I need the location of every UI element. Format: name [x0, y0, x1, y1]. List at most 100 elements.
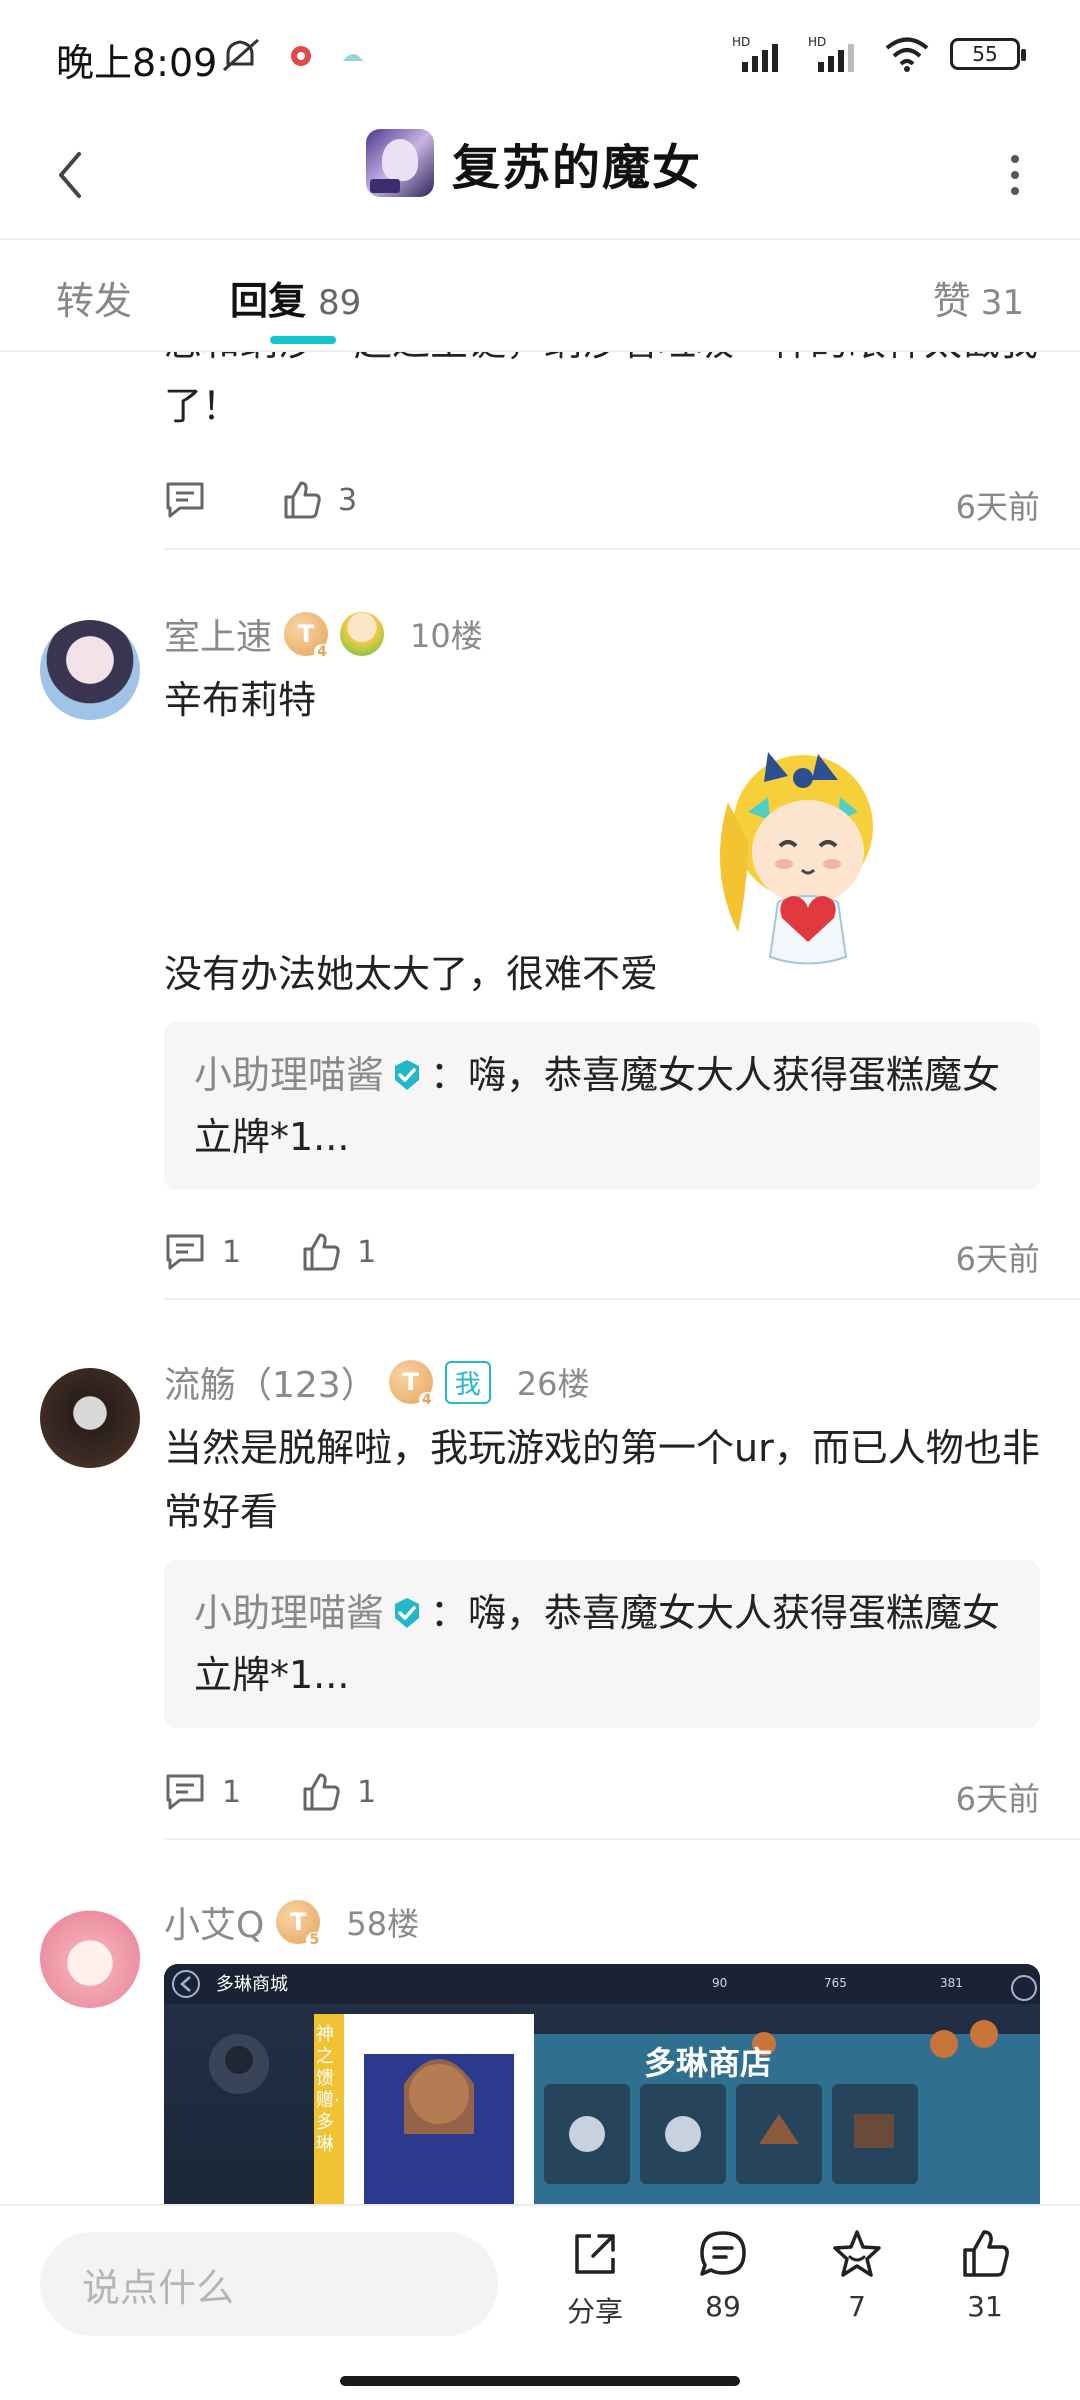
- active-tab-indicator: [270, 336, 336, 344]
- like-button[interactable]: 1: [301, 1772, 376, 1812]
- avatar[interactable]: [40, 620, 140, 720]
- comment-user-line: 小艾Q T5 58楼: [164, 1896, 419, 1948]
- more-options-button[interactable]: [1000, 145, 1030, 205]
- avatar[interactable]: [40, 1368, 140, 1468]
- fan-badge-icon: [340, 612, 385, 656]
- like-post-button[interactable]: 31: [930, 2228, 1040, 2323]
- comment-bubble-icon: [700, 2231, 746, 2276]
- tab-reply-label: 回复: [230, 279, 307, 323]
- comment-image[interactable]: 多琳商城 90 765 381 神之馈赠·多琳 多琳商店: [164, 1964, 1040, 2204]
- shop-title: 多琳商城: [216, 1974, 288, 1995]
- share-button[interactable]: 分享: [540, 2228, 650, 2330]
- level-sub: 4: [314, 644, 331, 660]
- tab-reply[interactable]: 回复 89: [230, 270, 361, 325]
- status-right: HD HD 55: [732, 34, 1026, 74]
- status-bar: 晚上8:09 HD HD 55: [0, 0, 1080, 110]
- username[interactable]: 室上速: [164, 608, 272, 660]
- like-button[interactable]: 1: [301, 1232, 376, 1272]
- game-title-group[interactable]: 复苏的魔女: [366, 128, 702, 198]
- floor-number: 58楼: [346, 1905, 420, 1943]
- game-avatar: [366, 129, 434, 197]
- comment-time: 6天前: [955, 1240, 1040, 1278]
- like-post-count: 31: [967, 2290, 1003, 2323]
- like-button[interactable]: 3: [282, 480, 357, 520]
- comment-text: 当然是脱解啦，我玩游戏的第一个ur，而已人物也非常好看: [164, 1426, 1040, 1534]
- hd-signal-icon: HD: [732, 35, 778, 72]
- more-dot: [1011, 171, 1019, 179]
- status-notification-icons: [220, 36, 368, 76]
- comment-count: 89: [705, 2290, 741, 2323]
- currency-2: 765: [824, 1976, 847, 1990]
- reply-count: 1: [222, 1774, 242, 1810]
- like-count: 1: [357, 1234, 377, 1270]
- like-count: 3: [338, 482, 358, 518]
- banner-left-title: 神之馈赠·多琳: [316, 2024, 340, 2155]
- comment-user-line: 流觞（123） T4 我 26楼: [164, 1356, 589, 1408]
- level-badge: T4: [284, 612, 331, 660]
- floor-number: 26楼: [516, 1365, 590, 1403]
- home-indicator[interactable]: [340, 2376, 740, 2386]
- app-notification-icon-2: [343, 54, 363, 61]
- page-title: 复苏的魔女: [452, 140, 703, 196]
- level-badge: T5: [276, 1900, 323, 1948]
- username[interactable]: 流觞（123）: [164, 1356, 377, 1408]
- comment-input-placeholder: 说点什么: [82, 2265, 235, 2310]
- game-shop-screenshot: [164, 1964, 1040, 2204]
- app-notification-icon: [291, 46, 311, 66]
- favorite-button[interactable]: 7: [802, 2228, 912, 2323]
- tab-forward[interactable]: 转发: [56, 270, 132, 325]
- reply-preview[interactable]: 小助理喵酱 ：嗨，恭喜魔女大人获得蛋糕魔女立牌*1...: [164, 1022, 1040, 1190]
- reply-button[interactable]: [164, 480, 222, 520]
- level-sub: 4: [418, 1392, 435, 1408]
- floor-number: 10楼: [410, 617, 483, 655]
- currency-3: 381: [940, 1976, 963, 1990]
- reply-author[interactable]: 小助理喵酱: [194, 1053, 384, 1097]
- level-sub: 5: [306, 1932, 323, 1948]
- username[interactable]: 小艾Q: [164, 1896, 264, 1948]
- comment-input[interactable]: 说点什么: [40, 2232, 498, 2336]
- tab-reply-count: 89: [318, 283, 362, 323]
- comment-divider: [164, 1838, 1080, 1840]
- thumbs-up-icon: [284, 481, 321, 519]
- hd-signal-icon-2: HD: [808, 35, 854, 72]
- comment-text: 没有办法她太大了，很难不爱: [164, 952, 659, 996]
- back-button[interactable]: [40, 140, 100, 210]
- reply-button[interactable]: 1: [164, 1772, 241, 1812]
- reply-count: 1: [222, 1234, 242, 1270]
- comment-feed[interactable]: 您和纳沙一起过圣诞，纳沙看垃圾一样的眼神太戳我了！ 3 6天前 室上速 T4 1…: [0, 352, 1080, 2204]
- banner-right-title: 多琳商店: [644, 2044, 773, 2082]
- comment-time: 6天前: [955, 1780, 1040, 1818]
- comment-text: 您和纳沙一起过圣诞，纳沙看垃圾一样的眼神太戳我了！: [164, 352, 1038, 428]
- me-tag: 我: [444, 1360, 491, 1404]
- comment-time: 6天前: [955, 488, 1040, 526]
- avatar[interactable]: [40, 1908, 140, 2008]
- like-count: 1: [357, 1774, 377, 1810]
- bottom-action-bar: 说点什么 分享 89 7 31: [0, 2204, 1080, 2400]
- verified-icon: [395, 1598, 420, 1628]
- reply-preview[interactable]: 小助理喵酱 ：嗨，恭喜魔女大人获得蛋糕魔女立牌*1...: [164, 1560, 1040, 1728]
- comment-actions: 3 6天前: [164, 470, 1040, 530]
- thumbs-up-icon: [303, 1233, 340, 1271]
- tab-like[interactable]: 赞 31: [933, 270, 1024, 325]
- thumbs-up-icon: [963, 2230, 1009, 2277]
- share-icon: [575, 2234, 615, 2274]
- reply-author[interactable]: 小助理喵酱: [194, 1591, 384, 1635]
- svg-text:HD: HD: [732, 35, 750, 49]
- comment-user-line: 室上速 T4 10楼: [164, 608, 483, 660]
- level-letter: T: [297, 620, 315, 648]
- sticker-image: [720, 752, 873, 965]
- comment-actions: 1 1 6天前: [164, 1222, 1040, 1282]
- tab-like-count: 31: [980, 283, 1024, 323]
- comment-count-button[interactable]: 89: [668, 2228, 778, 2323]
- comment-icon: [166, 1774, 204, 1810]
- comment-icon: [166, 482, 204, 518]
- chevron-left-icon: [59, 152, 81, 198]
- tab-like-label: 赞: [932, 279, 971, 323]
- share-label: 分享: [566, 2295, 623, 2328]
- comment-actions: 1 1 6天前: [164, 1762, 1040, 1822]
- wifi-icon: [885, 37, 929, 72]
- reply-button[interactable]: 1: [164, 1232, 241, 1272]
- tab-forward-label: 转发: [56, 279, 133, 323]
- thumbs-up-icon: [303, 1773, 340, 1811]
- tab-bar: 转发 回复 89 赞 31: [0, 240, 1080, 352]
